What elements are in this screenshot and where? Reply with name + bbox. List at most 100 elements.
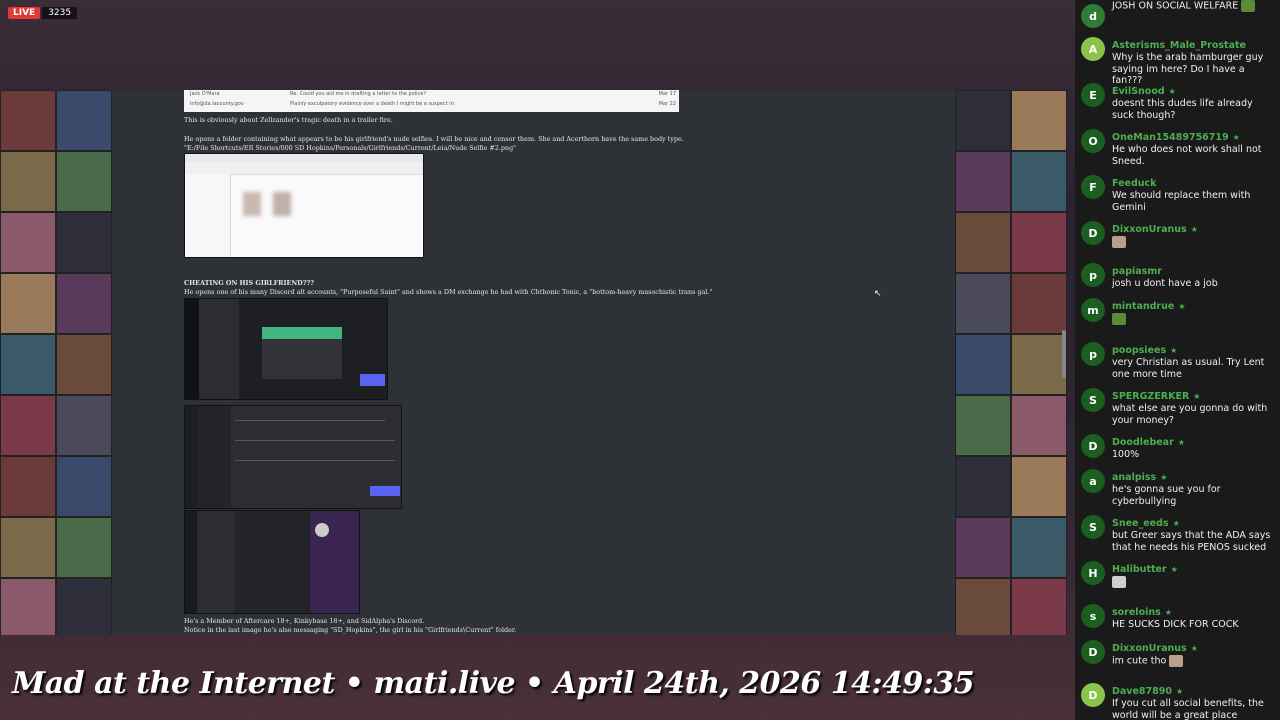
chat-message-body: DixxonUranus ★ im cute tho (1112, 636, 1277, 667)
avatar[interactable]: d (1081, 4, 1105, 28)
stream-banner: Mad at the Internet • mati.live • April … (12, 666, 975, 701)
email-subject: Plainly exculpatory evidence over a deat… (290, 101, 454, 107)
avatar[interactable]: H (1081, 561, 1105, 585)
collage-tile (0, 578, 56, 635)
email-row: info@da.lacounty.gov Plainly exculpatory… (190, 101, 676, 111)
avatar[interactable]: m (1081, 298, 1105, 322)
avatar[interactable]: S (1081, 388, 1105, 412)
chat-username[interactable]: Halibutter (1112, 564, 1167, 575)
chat-username[interactable]: analpiss (1112, 472, 1156, 483)
collage-tile (1011, 456, 1067, 517)
star-icon: ★ (1172, 519, 1180, 528)
discord-screenshot (184, 405, 402, 509)
chat-message-body: Doodlebear ★ 100% (1112, 430, 1277, 461)
chat-text-content: We should replace them with Gemini (1112, 190, 1251, 213)
frog-emote-icon (1112, 313, 1126, 325)
collage-tile (955, 90, 1011, 151)
avatar[interactable]: a (1081, 469, 1105, 493)
chat-username[interactable]: Dave87890 (1112, 686, 1172, 697)
pic-emote-icon (1112, 576, 1126, 588)
collage-tile (955, 517, 1011, 578)
chat-message-body: Dave87890 ★ If you cut all social benefits… (1112, 679, 1277, 720)
collage-tile (955, 578, 1011, 635)
chat-message-body: SPERGZERKER ★ what else are you gonna do w… (1112, 384, 1277, 426)
avatar[interactable]: F (1081, 175, 1105, 199)
doc-paragraph: He's a Member of Aftercare 18+, Kinkybas… (184, 617, 425, 625)
avatar[interactable]: D (1081, 434, 1105, 458)
chat-message: D DixxonUranus ★ im cute tho (1081, 636, 1277, 667)
avatar[interactable]: s (1081, 604, 1105, 628)
chat-username[interactable]: papiasmr (1112, 266, 1162, 277)
document-scrollbar[interactable] (1062, 330, 1066, 378)
discord-screenshot (184, 510, 360, 614)
chat-text: josh u dont have a job (1112, 278, 1277, 290)
avatar[interactable]: D (1081, 683, 1105, 707)
chat-panel[interactable]: d JOSH ON SOCIAL WELFARE A Asterisms_Male_P… (1075, 0, 1280, 720)
chat-message: p papiasmr josh u dont have a job (1081, 259, 1277, 290)
chat-text-content: If you cut all social benefits, the worl… (1112, 698, 1264, 720)
avatar[interactable]: D (1081, 221, 1105, 245)
chat-username[interactable]: Snee_eeds (1112, 518, 1169, 529)
avatar[interactable]: A (1081, 37, 1105, 61)
collage-tile (1011, 151, 1067, 212)
collage-tile (56, 273, 112, 334)
avatar[interactable]: E (1081, 83, 1105, 107)
collage-tile (56, 517, 112, 578)
chat-username[interactable]: OneMan15489756719 (1112, 132, 1229, 143)
chat-text: JOSH ON SOCIAL WELFARE (1112, 0, 1277, 12)
chat-username[interactable]: Asterisms_Male_Prostate (1112, 40, 1246, 51)
chat-text-content: doesnt this dudes life already suck thou… (1112, 98, 1253, 121)
collage-tile (955, 395, 1011, 456)
collage-tile (0, 273, 56, 334)
collage-tile (56, 151, 112, 212)
chat-message: s soreloins ★ HE SUCKS DICK FOR COCK (1081, 600, 1277, 631)
chat-username[interactable]: Doodlebear (1112, 437, 1174, 448)
avatar[interactable]: O (1081, 129, 1105, 153)
chat-message: S Snee_eeds ★ but Greer says that the ADA s… (1081, 511, 1277, 553)
chat-username[interactable]: SPERGZERKER (1112, 391, 1189, 402)
chat-text (1112, 313, 1277, 325)
chat-text-content: very Christian as usual. Try Lent one mo… (1112, 357, 1265, 380)
collage-right (955, 90, 1067, 635)
collage-tile (955, 212, 1011, 273)
collage-tile (56, 212, 112, 273)
chat-username[interactable]: soreloins (1112, 607, 1161, 618)
chat-text: but Greer says that the ADA says that he… (1112, 530, 1277, 553)
collage-tile (955, 456, 1011, 517)
chat-username[interactable]: Feeduck (1112, 178, 1157, 189)
chat-username[interactable]: EvilSnood (1112, 86, 1165, 97)
email-date: Mar 22 (658, 101, 676, 107)
email-from: info@da.lacounty.gov (190, 101, 244, 107)
email-from: Jack O'Mara (190, 91, 220, 97)
star-icon: ★ (1170, 565, 1178, 574)
star-icon: ★ (1164, 608, 1172, 617)
doc-paragraph: He opens a folder containing what appear… (184, 135, 684, 143)
chat-message: F Feeduck We should replace them with Gemi… (1081, 171, 1277, 213)
avatar[interactable]: S (1081, 515, 1105, 539)
collage-tile (1011, 517, 1067, 578)
chat-username[interactable]: DixxonUranus (1112, 643, 1187, 654)
live-label: LIVE (8, 7, 41, 19)
chat-text-content: 100% (1112, 449, 1140, 460)
avatar[interactable]: D (1081, 640, 1105, 664)
avatar[interactable]: p (1081, 342, 1105, 366)
star-icon: ★ (1170, 346, 1178, 355)
collage-tile (0, 334, 56, 395)
star-icon: ★ (1193, 392, 1201, 401)
chat-username[interactable]: poopsiees (1112, 345, 1166, 356)
doc-paragraph: He opens one of his many Discord alt acc… (184, 288, 713, 296)
chat-username[interactable]: mintandrue (1112, 301, 1174, 312)
email-row: Jack O'Mara Re: Could you aid me in draf… (190, 91, 676, 101)
chat-message-body: DixxonUranus ★ (1112, 217, 1277, 248)
chat-message-body: JOSH ON SOCIAL WELFARE (1112, 0, 1277, 12)
avatar[interactable]: p (1081, 263, 1105, 287)
chat-message-body: OneMan15489756719 ★ He who does not work s… (1112, 125, 1277, 167)
chat-text (1112, 576, 1277, 588)
chat-message: H Halibutter ★ (1081, 557, 1277, 588)
viewer-count: 3235 (42, 7, 78, 19)
chat-text: very Christian as usual. Try Lent one mo… (1112, 357, 1277, 380)
collage-tile (0, 212, 56, 273)
chat-username[interactable]: DixxonUranus (1112, 224, 1187, 235)
collage-tile (1011, 395, 1067, 456)
document-viewer[interactable]: Jack O'Mara Re: Could you aid me in draf… (112, 90, 955, 635)
